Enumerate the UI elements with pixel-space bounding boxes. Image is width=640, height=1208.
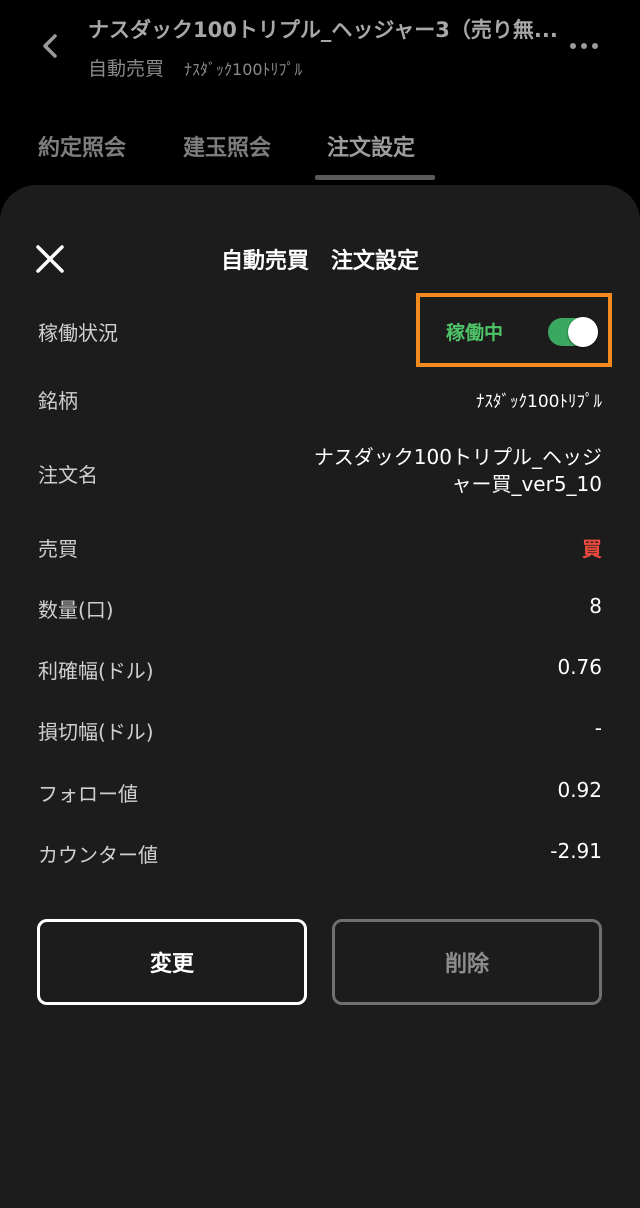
subtitle-symbol: ﾅｽﾀﾞｯｸ100ﾄﾘﾌﾟﾙ xyxy=(184,60,303,79)
page-title: ナスダック100トリプル_ヘッジャー3（売り無... xyxy=(88,18,558,42)
app-header: ナスダック100トリプル_ヘッジャー3（売り無... 自動売買 ﾅｽﾀﾞｯｸ100… xyxy=(0,0,640,95)
order-settings-sheet: 自動売買 注文設定 稼働状況 稼働中 銘柄 ﾅｽﾀﾞｯｸ100ﾄﾘﾌﾟﾙ 注文名… xyxy=(0,185,640,1208)
symbol-value: ﾅｽﾀﾞｯｸ100ﾄﾘﾌﾟﾙ xyxy=(476,392,602,412)
status-highlight: 稼働中 xyxy=(416,293,612,367)
tab-bar: 約定照会 建玉照会 注文設定 xyxy=(0,116,640,182)
more-horizontal-icon xyxy=(570,43,598,49)
back-button[interactable] xyxy=(34,28,66,64)
stop-loss-value: - xyxy=(594,716,602,740)
tab-positions[interactable]: 建玉照会 xyxy=(183,130,271,162)
chevron-left-icon xyxy=(43,34,57,58)
take-profit-value: 0.76 xyxy=(557,655,602,679)
tab-active-indicator xyxy=(315,175,435,180)
take-profit-label: 利確幅(ドル) xyxy=(38,659,154,683)
order-name-value: ナスダック100トリプル_ヘッジャー買_ver5_10 xyxy=(313,445,602,496)
tab-order-settings[interactable]: 注文設定 xyxy=(327,130,415,162)
app-screen: ナスダック100トリプル_ヘッジャー3（売り無... 自動売買 ﾅｽﾀﾞｯｸ100… xyxy=(0,0,640,1208)
follow-value: 0.92 xyxy=(557,778,602,802)
change-button[interactable]: 変更 xyxy=(37,919,307,1005)
toggle-knob xyxy=(568,317,598,347)
subtitle-category: 自動売買 xyxy=(88,58,165,80)
symbol-label: 銘柄 xyxy=(38,389,78,413)
tab-executions[interactable]: 約定照会 xyxy=(38,130,126,162)
quantity-value: 8 xyxy=(589,594,602,618)
delete-button[interactable]: 削除 xyxy=(332,919,602,1005)
quantity-label: 数量(口) xyxy=(38,598,114,622)
active-toggle[interactable] xyxy=(548,317,598,347)
order-name-label: 注文名 xyxy=(38,463,98,487)
more-button[interactable] xyxy=(566,34,602,58)
counter-value: -2.91 xyxy=(550,839,602,863)
side-label: 売買 xyxy=(38,537,78,561)
status-value: 稼働中 xyxy=(446,322,504,344)
page-subtitle: 自動売買 ﾅｽﾀﾞｯｸ100ﾄﾘﾌﾟﾙ xyxy=(88,54,303,81)
side-value: 買 xyxy=(582,537,602,561)
stop-loss-label: 損切幅(ドル) xyxy=(38,720,154,744)
follow-label: フォロー値 xyxy=(38,782,138,806)
status-label: 稼働状況 xyxy=(38,321,118,345)
sheet-title: 自動売買 注文設定 xyxy=(220,249,419,274)
counter-label: カウンター値 xyxy=(38,843,158,867)
